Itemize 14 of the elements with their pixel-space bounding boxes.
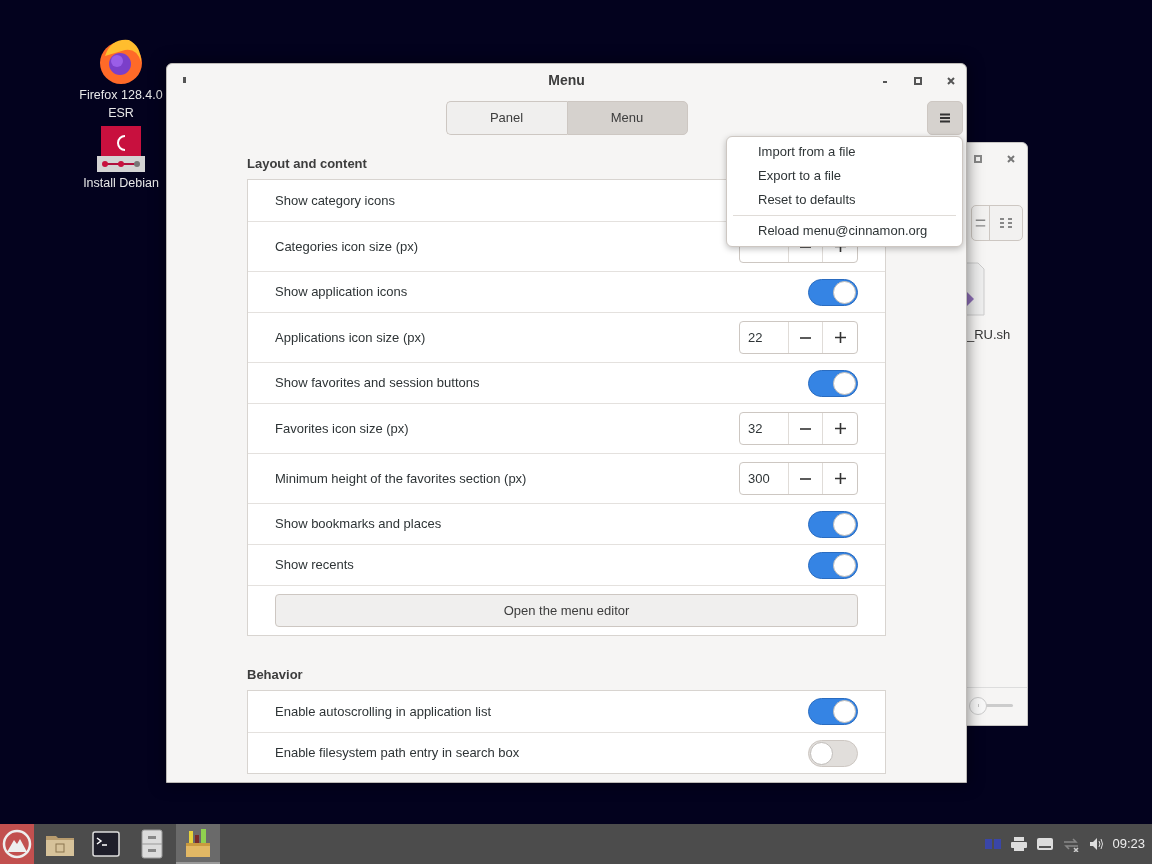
setting-label: Show recents	[275, 556, 354, 575]
setting-label: Favorites icon size (px)	[275, 419, 409, 438]
window-title: Menu	[548, 70, 585, 90]
setting-label: Show favorites and session buttons	[275, 374, 480, 393]
setting-label: Minimum height of the favorites section (px)	[275, 469, 527, 488]
setting-label: Applications icon size (px)	[275, 328, 426, 347]
section-heading: Layout and content	[247, 155, 368, 173]
section-heading: Behavior	[247, 666, 304, 684]
setting-label: Categories icon size (px)	[275, 237, 419, 256]
setting-label: Show application icons	[275, 283, 408, 302]
setting-label: Enable autoscrolling in application list	[275, 702, 492, 721]
setting-label: Show category icons	[275, 191, 395, 210]
setting-label: Show bookmarks and places	[275, 515, 442, 534]
setting-label: Enable filesystem path entry in search box	[275, 744, 520, 763]
